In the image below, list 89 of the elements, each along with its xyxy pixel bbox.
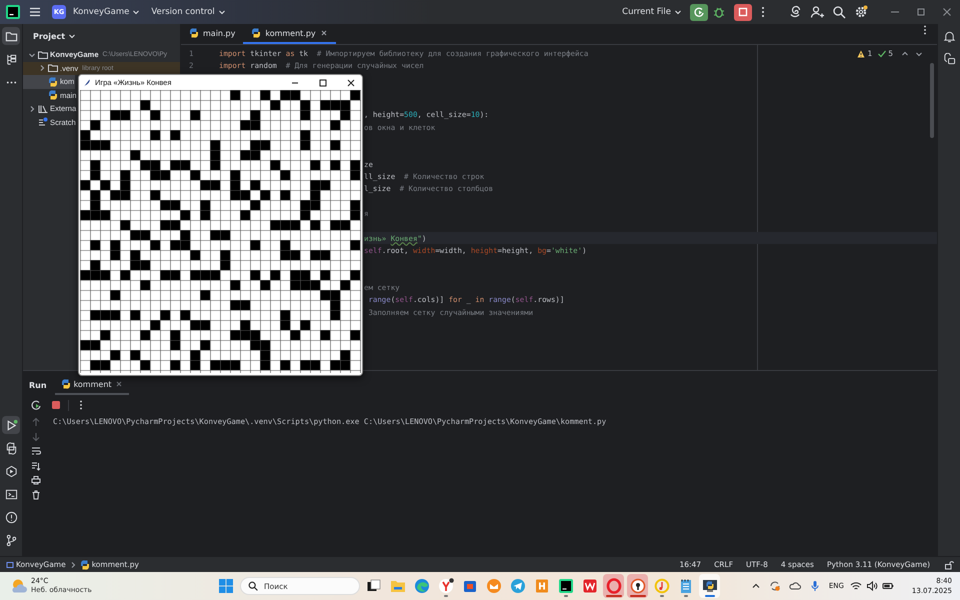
project-tool-button[interactable] xyxy=(2,27,20,45)
python-icon xyxy=(702,578,718,594)
rerun-icon xyxy=(693,6,705,18)
stop-icon[interactable] xyxy=(50,399,62,411)
run-tool-button[interactable] xyxy=(2,416,20,434)
opera-app-button[interactable] xyxy=(603,574,624,598)
python-file-icon xyxy=(189,28,199,38)
chevron-right-icon xyxy=(68,560,77,568)
structure-icon xyxy=(4,52,18,66)
chevron-down-icon xyxy=(674,8,682,16)
vpn-app-button[interactable] xyxy=(627,574,648,598)
wps-icon xyxy=(582,578,598,594)
chevron-icon[interactable] xyxy=(28,104,36,113)
chevron-up-icon[interactable] xyxy=(901,50,909,58)
terminal-icon xyxy=(4,488,18,500)
python-file-icon xyxy=(60,379,71,389)
run-configuration-selector[interactable]: Current File xyxy=(618,4,686,20)
chevron-icon[interactable] xyxy=(28,50,36,59)
yandex-icon xyxy=(438,578,454,594)
app-logo-icon[interactable] xyxy=(6,5,20,19)
warning-icon[interactable] xyxy=(857,50,866,58)
taskview-icon xyxy=(366,578,382,594)
hexagon-play-icon xyxy=(4,464,18,478)
volume-icon[interactable] xyxy=(866,580,878,592)
close-icon[interactable] xyxy=(346,78,356,88)
project-name-menu[interactable]: KonveyGame xyxy=(69,4,144,20)
rerun-button[interactable] xyxy=(690,4,708,20)
chevron-down-icon xyxy=(218,8,226,16)
alert-icon xyxy=(4,510,18,524)
settings-icon[interactable] xyxy=(854,5,868,19)
tool-window-title: Run xyxy=(29,380,47,392)
editor-tab[interactable]: komment.py xyxy=(243,24,336,44)
scratch-file-icon xyxy=(38,117,48,128)
chevron-down-icon[interactable] xyxy=(915,50,923,58)
spiral-icon[interactable] xyxy=(788,5,802,19)
arrow-down-icon[interactable] xyxy=(31,432,41,442)
project-view-selector[interactable]: Project xyxy=(29,28,80,44)
hkey-icon xyxy=(534,578,550,594)
module-icon xyxy=(6,560,14,568)
chevron-down-icon xyxy=(68,32,76,40)
lock-icon[interactable] xyxy=(944,560,954,570)
scroll-to-end-icon[interactable] xyxy=(31,460,41,470)
vpn-icon xyxy=(630,578,646,594)
cloud-icon[interactable] xyxy=(788,580,801,592)
folder-icon xyxy=(4,30,18,42)
play-icon xyxy=(4,418,18,432)
add-user-icon[interactable] xyxy=(810,5,824,19)
explorer-icon xyxy=(390,578,406,594)
feather-icon xyxy=(83,78,91,86)
editor-tab[interactable]: main.py xyxy=(181,24,244,44)
library-icon xyxy=(38,104,48,114)
python-app-button[interactable] xyxy=(699,574,720,598)
battery-icon[interactable] xyxy=(882,580,894,592)
bug-icon[interactable] xyxy=(712,5,726,19)
microphone-icon[interactable] xyxy=(808,580,821,592)
chevron-down-icon xyxy=(132,8,140,16)
stop-button[interactable] xyxy=(734,4,752,20)
python-file-icon xyxy=(80,560,90,570)
check-icon[interactable] xyxy=(878,50,886,58)
menu-icon[interactable] xyxy=(28,5,42,19)
start-icon[interactable] xyxy=(218,578,234,594)
arrow-up-icon[interactable] xyxy=(31,417,41,427)
folder-icon xyxy=(48,63,58,74)
music-icon xyxy=(654,578,670,594)
opera-icon xyxy=(606,578,622,594)
pycharm-icon xyxy=(558,578,574,594)
chevron-icon[interactable] xyxy=(38,64,46,72)
python-file-icon xyxy=(251,28,262,38)
python-file-icon xyxy=(48,76,58,87)
sync-icon[interactable] xyxy=(768,580,781,592)
branch-icon xyxy=(4,534,18,546)
python-icon xyxy=(4,442,18,454)
wifi-icon[interactable] xyxy=(850,580,862,592)
soft-wrap-icon[interactable] xyxy=(31,446,41,456)
stop-icon xyxy=(737,6,749,18)
python-file-icon xyxy=(48,90,58,100)
rerun-icon[interactable] xyxy=(30,399,42,411)
version-control-menu[interactable]: Version control xyxy=(147,4,230,20)
folder-icon xyxy=(38,50,48,60)
search-icon[interactable] xyxy=(832,5,846,19)
edge-icon xyxy=(414,578,430,594)
telegram-icon xyxy=(510,578,526,594)
store-icon xyxy=(462,578,478,594)
mail-icon xyxy=(486,578,502,594)
printer-icon[interactable] xyxy=(31,475,41,485)
maximize-icon[interactable] xyxy=(318,78,328,88)
scrollbar-thumb[interactable] xyxy=(930,63,934,138)
trash-icon[interactable] xyxy=(31,490,41,500)
close-icon[interactable] xyxy=(320,29,328,37)
